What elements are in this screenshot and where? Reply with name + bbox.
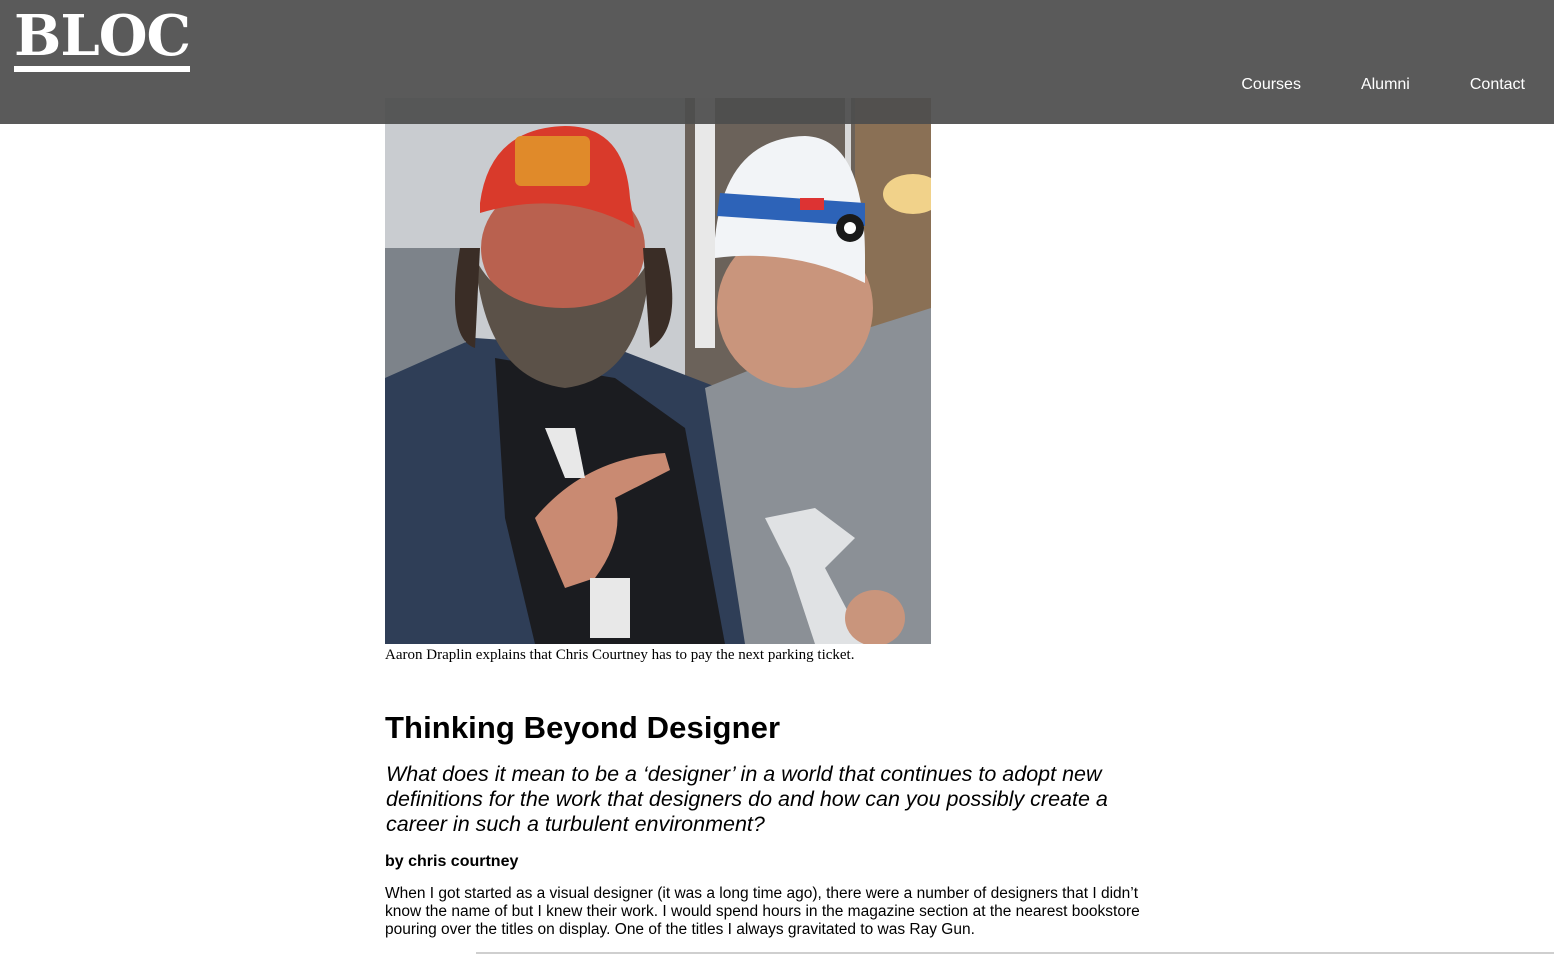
bloc-logo[interactable]: BLOC — [14, 6, 191, 72]
article-byline: by chris courtney — [385, 853, 519, 870]
article-photo — [385, 98, 931, 644]
nav-link-contact[interactable]: Contact — [1470, 74, 1525, 96]
article-lede: What does it mean to be a ‘designer’ in … — [386, 762, 1108, 836]
photo-illustration — [385, 98, 931, 644]
site-header: BLOC Courses Alumni Contact — [0, 0, 1554, 124]
nav-link-alumni[interactable]: Alumni — [1361, 74, 1410, 96]
main-nav: Courses Alumni Contact — [1181, 74, 1525, 96]
page: BLOC Courses Alumni Contact Aaron Drapli… — [0, 0, 1554, 954]
article-body-paragraph: When I got started as a visual designer … — [385, 885, 1140, 938]
nav-link-courses[interactable]: Courses — [1241, 74, 1301, 96]
article: Thinking Beyond Designer What does it me… — [385, 708, 1145, 939]
article-title: Thinking Beyond Designer — [385, 710, 781, 745]
photo-caption: Aaron Draplin explains that Chris Courtn… — [385, 647, 855, 663]
